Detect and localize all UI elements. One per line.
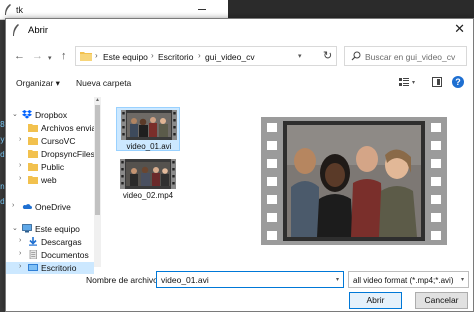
preview-pane-toggle-icon[interactable]	[432, 77, 442, 87]
download-icon	[29, 237, 37, 246]
cloud-icon	[22, 204, 32, 209]
search-icon	[351, 51, 361, 61]
folder-icon	[80, 52, 92, 61]
back-arrow-icon[interactable]: ←	[14, 49, 25, 63]
tk-feather-icon	[13, 24, 19, 36]
sidebar-item-descargas[interactable]: › Descargas	[6, 236, 94, 248]
sidebar-item-onedrive[interactable]: › OneDrive	[6, 201, 94, 213]
documents-icon	[29, 250, 37, 259]
refresh-icon[interactable]: ↻	[323, 49, 332, 62]
command-toolbar: Organizar ▾ Nueva carpeta ▾ ?	[6, 73, 473, 95]
sidebar-item-web[interactable]: › web	[6, 174, 94, 186]
file-list: video_01.avi video_02.mp4	[104, 97, 254, 267]
file-item-video-01[interactable]: video_01.avi	[116, 107, 180, 151]
sidebar-item-label: Dropbox	[35, 110, 68, 120]
expand-chevron-icon[interactable]: ›	[19, 250, 21, 257]
background-desktop	[228, 0, 474, 20]
sidebar-item-label: Escritorio	[41, 263, 77, 273]
address-bar[interactable]: › Este equipo › Escritorio › gui_video_c…	[75, 46, 337, 66]
recent-locations-chevron-icon[interactable]: ▾	[48, 52, 52, 66]
dropbox-icon	[22, 110, 32, 119]
computer-icon	[22, 224, 32, 233]
open-file-dialog: Abrir ✕ ← → ▾ ↑ › Este equipo › Escritor…	[5, 18, 474, 312]
filename-combobox[interactable]: ▾	[156, 271, 344, 288]
sidebar-item-label: CursoVC	[41, 136, 76, 146]
chevron-down-icon[interactable]: ▾	[336, 276, 339, 283]
organize-menu-button[interactable]: Organizar ▾	[16, 78, 60, 89]
file-item-video-02[interactable]: video_02.mp4	[116, 157, 180, 201]
sidebar-item-label: Public	[41, 162, 65, 172]
sidebar-item-escritorio[interactable]: › Escritorio	[6, 262, 94, 274]
breadcrumb-separator: ›	[151, 51, 154, 60]
expand-chevron-icon[interactable]: ›	[19, 136, 21, 143]
breadcrumb-este-equipo[interactable]: Este equipo	[103, 52, 148, 62]
video-thumbnail-icon	[121, 110, 177, 140]
sidebar-item-label: web	[41, 175, 57, 185]
breadcrumb-separator: ›	[198, 51, 201, 60]
forward-arrow-icon[interactable]: →	[32, 49, 43, 63]
address-row: ← → ▾ ↑ › Este equipo › Escritorio › gui…	[6, 46, 473, 68]
sidebar-item-label: Documentos	[41, 250, 89, 260]
scrollbar-thumb[interactable]	[95, 105, 100, 215]
sidebar-item-label: Este equipo	[35, 224, 80, 234]
sidebar-item-dropbox[interactable]: ⌄ Dropbox	[6, 109, 94, 121]
desktop-icon	[28, 264, 38, 271]
help-icon[interactable]: ?	[452, 76, 464, 88]
collapse-chevron-icon[interactable]: ⌄	[12, 110, 18, 118]
collapse-chevron-icon[interactable]: ⌄	[12, 224, 18, 232]
scroll-up-arrow-icon[interactable]: ▲	[95, 97, 100, 103]
video-preview	[261, 117, 447, 245]
sidebar-item-label: DropsyncFiles	[41, 149, 94, 159]
dialog-titlebar[interactable]: Abrir ✕	[6, 19, 473, 41]
close-icon[interactable]: ✕	[454, 22, 465, 36]
folder-icon	[28, 137, 38, 145]
file-type-filter[interactable]: all video format (*.mp4;*.avi) ▾	[348, 271, 469, 288]
file-name: video_01.avi	[126, 142, 172, 151]
open-button[interactable]: Abrir	[349, 292, 402, 309]
change-view-icon[interactable]	[399, 77, 409, 87]
file-name: video_02.mp4	[122, 191, 174, 200]
search-input[interactable]	[365, 50, 465, 63]
file-type-filter-value: all video format (*.mp4;*.avi)	[353, 276, 454, 285]
sidebar-item-label: OneDrive	[35, 202, 71, 212]
sidebar-item-archivos-enviados[interactable]: Archivos enviados	[6, 122, 94, 134]
dialog-title: Abrir	[28, 25, 49, 36]
navigation-pane: ⌄ Dropbox Archivos enviados › CursoVC Dr…	[6, 97, 101, 274]
folder-icon	[28, 150, 38, 158]
search-box[interactable]	[344, 46, 467, 66]
sidebar-item-label: Descargas	[41, 237, 82, 247]
address-history-chevron-icon[interactable]: ▾	[298, 52, 302, 60]
expand-chevron-icon[interactable]: ›	[19, 162, 21, 169]
breadcrumb-escritorio[interactable]: Escritorio	[158, 52, 193, 62]
background-window-title: tk	[16, 5, 24, 15]
folder-icon	[28, 163, 38, 171]
video-thumbnail-icon	[120, 159, 176, 189]
cancel-button[interactable]: Cancelar	[415, 292, 468, 309]
breadcrumb-gui-video-cv[interactable]: gui_video_cv	[205, 52, 255, 62]
expand-chevron-icon[interactable]: ›	[19, 175, 21, 182]
tk-feather-icon	[5, 4, 11, 15]
folder-icon	[28, 124, 38, 132]
sidebar-item-label: Archivos enviados	[41, 123, 94, 133]
sidebar-item-documentos[interactable]: › Documentos	[6, 249, 94, 261]
new-folder-button[interactable]: Nueva carpeta	[76, 78, 131, 88]
filename-input[interactable]	[161, 274, 331, 286]
up-arrow-icon[interactable]: ↑	[61, 49, 67, 63]
navigation-scrollbar[interactable]: ▲	[94, 97, 101, 267]
filename-label: Nombre de archivo:	[86, 275, 161, 285]
view-options-chevron-icon[interactable]: ▾	[412, 79, 415, 86]
folder-icon	[28, 176, 38, 184]
expand-chevron-icon[interactable]: ›	[12, 202, 14, 209]
expand-chevron-icon[interactable]: ›	[19, 263, 21, 270]
background-window-titlebar: tk	[0, 0, 474, 20]
expand-chevron-icon[interactable]: ›	[19, 237, 21, 244]
sidebar-item-este-equipo[interactable]: ⌄ Este equipo	[6, 223, 94, 235]
minimize-icon[interactable]	[196, 3, 208, 15]
sidebar-item-dropsyncfiles[interactable]: DropsyncFiles	[6, 148, 94, 160]
sidebar-item-public[interactable]: › Public	[6, 161, 94, 173]
sidebar-item-cursovc[interactable]: › CursoVC	[6, 135, 94, 147]
breadcrumb-separator: ›	[95, 51, 98, 60]
chevron-down-icon[interactable]: ▾	[461, 276, 464, 283]
